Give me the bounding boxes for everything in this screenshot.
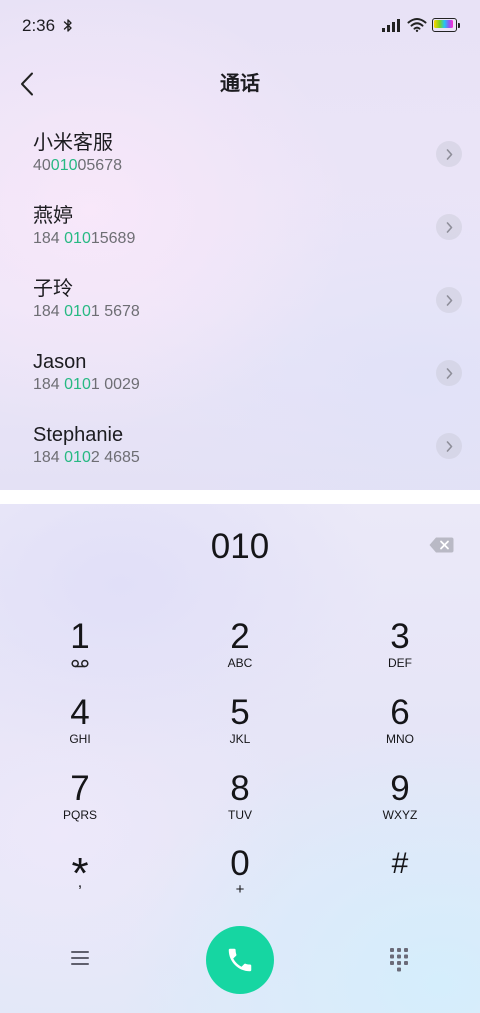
keypad-key-hash[interactable]: # — [350, 844, 450, 904]
number-after: 05678 — [77, 157, 123, 174]
contact-number: 184 0102 4685 — [33, 447, 140, 469]
contact-details-button[interactable] — [436, 433, 462, 459]
dialpad-icon — [390, 948, 408, 972]
number-after: 2 4685 — [90, 449, 140, 466]
number-match: 010 — [64, 376, 91, 393]
number-match: 010 — [64, 449, 91, 466]
contact-row[interactable]: Stephanie 184 0102 4685 — [0, 417, 480, 490]
page-title: 通话 — [220, 73, 260, 95]
menu-button[interactable] — [70, 949, 90, 967]
bluetooth-icon — [63, 18, 73, 33]
battery-icon — [432, 18, 460, 32]
keypad-key-7[interactable]: 7 PQRS — [30, 769, 130, 829]
key-letters: TUV — [228, 808, 252, 822]
chevron-right-icon — [446, 367, 452, 379]
contact-name: Stephanie — [33, 424, 124, 446]
contact-details-button[interactable] — [436, 141, 462, 167]
key-letters: DEF — [388, 656, 412, 670]
keypad-key-4[interactable]: 4 GHI — [30, 693, 130, 753]
number-match: 010 — [64, 303, 91, 320]
number-before: 184 — [33, 230, 65, 247]
phone-icon — [228, 948, 252, 972]
contact-name: 燕婷 — [33, 205, 73, 227]
key-letters: MNO — [386, 732, 414, 746]
key-digit: 1 — [70, 617, 90, 656]
key-digit: 4 — [70, 693, 90, 732]
contact-details-button[interactable] — [436, 287, 462, 313]
signal-icon — [382, 18, 400, 32]
contact-number: 4001005678 — [33, 155, 122, 177]
backspace-button[interactable] — [429, 537, 454, 553]
contact-name: 子玲 — [33, 278, 73, 300]
contact-details-button[interactable] — [436, 360, 462, 386]
keypad-key-9[interactable]: 9 WXYZ — [350, 769, 450, 829]
menu-icon — [71, 951, 89, 965]
contact-details-button[interactable] — [436, 214, 462, 240]
contact-name: Jason — [33, 351, 87, 373]
key-digit: 9 — [390, 769, 410, 808]
chevron-right-icon — [446, 440, 452, 452]
number-before: 40 — [33, 157, 51, 174]
number-after: 1 0029 — [90, 376, 140, 393]
number-match: 010 — [64, 230, 91, 247]
number-before: 184 — [33, 376, 65, 393]
key-digit: # — [391, 847, 409, 880]
contact-name: 小米客服 — [33, 132, 113, 154]
call-button[interactable] — [206, 926, 274, 994]
key-digit: 3 — [390, 617, 410, 656]
keypad-key-6[interactable]: 6 MNO — [350, 693, 450, 753]
contact-row[interactable]: 燕婷 184 01015689 — [0, 198, 480, 271]
entered-number: 010 — [210, 527, 270, 566]
key-letters: JKL — [229, 732, 251, 746]
chevron-right-icon — [446, 148, 452, 160]
keypad-key-0[interactable]: 0 + — [190, 844, 290, 904]
key-digit: 8 — [230, 769, 250, 808]
contact-number: 184 01015689 — [33, 228, 135, 250]
key-letters: ABC — [227, 656, 253, 670]
number-after: 1 5678 — [90, 303, 140, 320]
contact-row[interactable]: 小米客服 4001005678 — [0, 125, 480, 198]
panel-divider — [0, 490, 480, 504]
keypad-key-8[interactable]: 8 TUV — [190, 769, 290, 829]
key-letters: , — [77, 874, 83, 891]
contact-row[interactable]: 子玲 184 0101 5678 — [0, 271, 480, 344]
contact-number: 184 0101 0029 — [33, 374, 140, 396]
key-letters: GHI — [69, 732, 91, 746]
keypad-key-star[interactable]: * , — [30, 844, 130, 904]
number-before: 184 — [33, 303, 65, 320]
dialpad-toggle-button[interactable] — [390, 948, 408, 972]
contact-number: 184 0101 5678 — [33, 301, 140, 323]
number-match: 010 — [50, 157, 78, 174]
chevron-right-icon — [446, 221, 452, 233]
key-letters: WXYZ — [382, 808, 418, 822]
keypad-key-5[interactable]: 5 JKL — [190, 693, 290, 753]
key-letters: PQRS — [62, 808, 97, 822]
wifi-icon — [407, 17, 427, 32]
key-digit: 0 — [230, 844, 250, 883]
keypad-key-2[interactable]: 2 ABC — [190, 617, 290, 677]
key-letters: + — [235, 881, 245, 898]
backspace-icon — [429, 537, 454, 553]
keypad-key-1[interactable]: 1 — [30, 617, 130, 677]
status-time: 2:36 — [22, 16, 56, 35]
contact-row[interactable]: Jason 184 0101 0029 — [0, 344, 480, 417]
key-digit: 5 — [230, 693, 250, 732]
key-digit: 6 — [390, 693, 410, 732]
voicemail-icon — [30, 656, 130, 670]
number-before: 184 — [33, 449, 65, 466]
number-after: 15689 — [90, 230, 136, 247]
keypad-key-3[interactable]: 3 DEF — [350, 617, 450, 677]
key-digit: 2 — [230, 617, 250, 656]
key-digit: 7 — [70, 769, 90, 808]
chevron-right-icon — [446, 294, 452, 306]
